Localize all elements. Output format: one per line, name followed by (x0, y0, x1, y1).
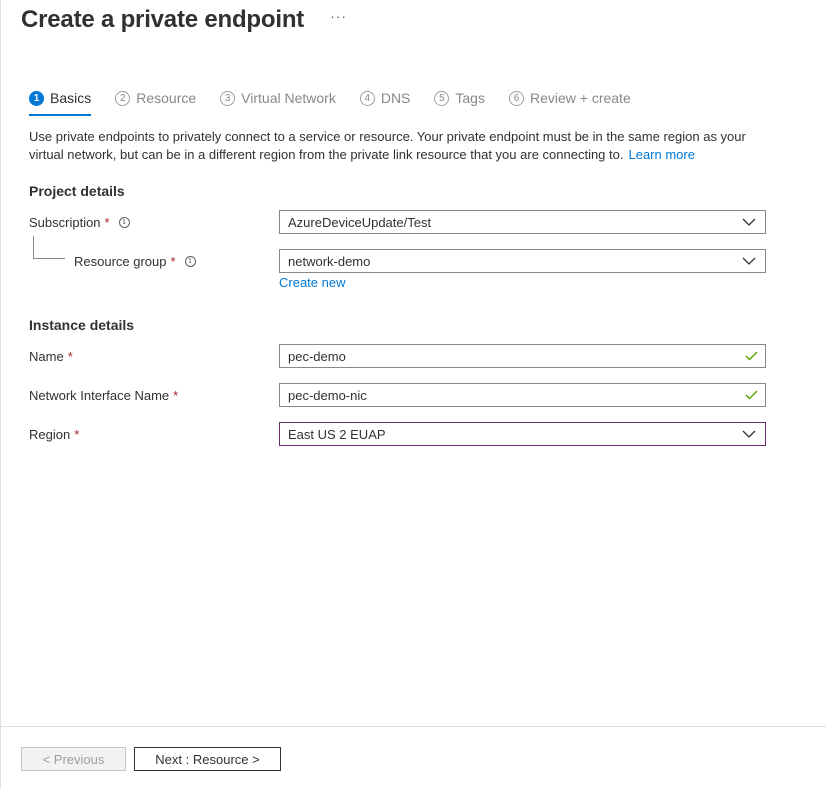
name-value: pec-demo (288, 348, 346, 364)
tab-label: Basics (50, 90, 92, 106)
tab-label: DNS (380, 90, 411, 106)
info-icon[interactable]: i (118, 216, 130, 228)
region-label-text: Region (29, 426, 71, 442)
tab-label: Resource (136, 90, 197, 106)
name-label: Name * (29, 345, 73, 367)
checkmark-icon (739, 345, 763, 367)
required-marker: * (67, 348, 73, 364)
region-dropdown[interactable]: East US 2 EUAP (279, 422, 766, 446)
region-label: Region * (29, 423, 79, 445)
name-label-text: Name (29, 348, 64, 364)
nic-name-label-text: Network Interface Name (29, 387, 170, 403)
step-number-icon: 1 (29, 90, 44, 106)
footer-divider (1, 726, 826, 727)
page-title: Create a private endpoint (21, 6, 305, 33)
page-header: Create a private endpoint ··· (21, 4, 347, 36)
learn-more-link[interactable]: Learn more (628, 147, 694, 162)
panel-left-border (0, 0, 1, 788)
resource-group-label-text: Resource group (74, 253, 167, 269)
subscription-label-text: Subscription (29, 214, 101, 230)
intro-description: Use private endpoints to privately conne… (29, 128, 759, 164)
required-marker: * (104, 214, 110, 230)
subscription-dropdown[interactable]: AzureDeviceUpdate/Test (279, 210, 766, 234)
tab-basics[interactable]: 1 Basics (29, 87, 92, 116)
previous-button[interactable]: < Previous (21, 747, 126, 771)
tab-label: Review + create (529, 90, 631, 106)
tab-label: Virtual Network (241, 90, 336, 106)
checkmark-icon (739, 384, 763, 406)
info-icon[interactable]: i (184, 255, 196, 267)
nic-name-input[interactable]: pec-demo-nic (279, 383, 766, 407)
required-marker: * (170, 253, 176, 269)
tab-resource[interactable]: 2 Resource (115, 87, 196, 109)
required-marker: * (173, 387, 179, 403)
subscription-label: Subscription * i (29, 211, 130, 233)
nic-name-value: pec-demo-nic (288, 387, 367, 403)
chevron-down-icon (737, 250, 761, 272)
create-new-link[interactable]: Create new (279, 275, 345, 290)
tree-connector-horizontal (33, 258, 65, 259)
step-number-icon: 2 (115, 90, 131, 106)
chevron-down-icon (737, 211, 761, 233)
tab-virtual-network[interactable]: 3 Virtual Network (220, 87, 336, 109)
next-resource-button[interactable]: Next : Resource > (134, 747, 281, 771)
resource-group-value: network-demo (288, 253, 371, 269)
tree-connector-vertical (33, 236, 34, 258)
instance-details-heading: Instance details (29, 317, 135, 333)
tab-tags[interactable]: 5 Tags (434, 87, 485, 109)
wizard-tabs: 1 Basics 2 Resource 3 Virtual Network 4 … (29, 87, 655, 117)
region-value: East US 2 EUAP (288, 426, 386, 442)
step-number-icon: 4 (359, 90, 375, 106)
more-options-icon[interactable]: ··· (330, 8, 347, 24)
step-number-icon: 3 (220, 90, 236, 106)
resource-group-label: Resource group * i (74, 250, 196, 272)
tab-review-create[interactable]: 6 Review + create (508, 87, 631, 109)
chevron-down-icon (737, 423, 761, 445)
name-input[interactable]: pec-demo (279, 344, 766, 368)
tab-label: Tags (455, 90, 485, 106)
required-marker: * (74, 426, 80, 442)
tab-dns[interactable]: 4 DNS (359, 87, 411, 109)
resource-group-dropdown[interactable]: network-demo (279, 249, 766, 273)
step-number-icon: 6 (508, 90, 524, 106)
subscription-value: AzureDeviceUpdate/Test (288, 214, 432, 230)
step-number-icon: 5 (434, 90, 450, 106)
project-details-heading: Project details (29, 183, 125, 199)
nic-name-label: Network Interface Name * (29, 384, 178, 406)
